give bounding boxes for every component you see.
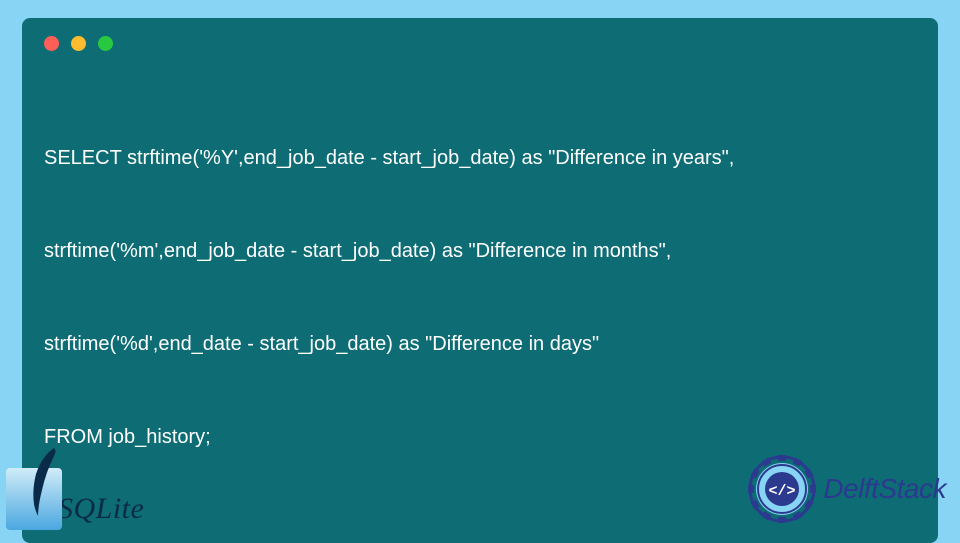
svg-text:</>: </> (769, 483, 796, 500)
code-line: strftime('%m',end_job_date - start_job_d… (44, 236, 916, 267)
code-line: FROM job_history; (44, 422, 916, 453)
sqlite-box-icon (6, 468, 62, 530)
code-line: strftime('%d',end_date - start_job_date)… (44, 329, 916, 360)
delftstack-emblem-icon: </> (747, 454, 817, 524)
minimize-icon[interactable] (71, 36, 86, 51)
sqlite-text: SQLite (58, 492, 144, 526)
code-block: SELECT strftime('%Y',end_job_date - star… (44, 81, 916, 515)
code-line: SELECT strftime('%Y',end_job_date - star… (44, 143, 916, 174)
delftstack-text: DelftStack (823, 473, 946, 505)
sqlite-logo: SQLite (6, 468, 144, 530)
maximize-icon[interactable] (98, 36, 113, 51)
feather-icon (24, 446, 64, 518)
close-icon[interactable] (44, 36, 59, 51)
window-traffic-lights (44, 36, 916, 51)
delftstack-logo: </> DelftStack (747, 454, 946, 524)
